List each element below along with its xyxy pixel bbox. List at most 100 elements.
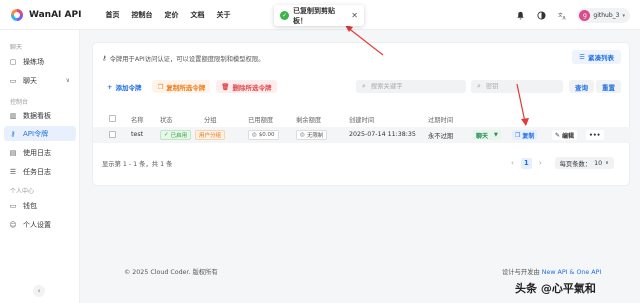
status-text: 已启用 bbox=[170, 133, 188, 139]
next-page-icon[interactable]: › bbox=[539, 159, 542, 167]
column-header-remaining[interactable]: 剩余额度 bbox=[296, 115, 321, 124]
copy-button[interactable]: ❐ 复制 bbox=[512, 130, 538, 140]
close-icon[interactable]: ✕ bbox=[351, 11, 358, 20]
sidebar-item-api-tokens[interactable]: ⚷ API令牌 bbox=[4, 126, 76, 141]
nav-home[interactable]: 首页 bbox=[105, 10, 119, 20]
remaining-quota-badge: ◎ 无限制 bbox=[296, 130, 328, 140]
page-size-value: 10 bbox=[594, 159, 603, 167]
chat-icon: ▭ bbox=[9, 76, 17, 85]
copy-selected-button[interactable]: ❐ 复制所选令牌 bbox=[152, 80, 211, 93]
column-header-group[interactable]: 分组 bbox=[204, 115, 217, 124]
search-icon: ⌕ bbox=[362, 82, 366, 90]
new-api-link[interactable]: New API bbox=[542, 269, 568, 276]
expire-time: 永不过期 bbox=[428, 133, 454, 140]
top-right-tools: 文A g github_3 ▾ bbox=[514, 8, 630, 23]
user-menu[interactable]: g github_3 ▾ bbox=[577, 8, 630, 23]
card-description: ⚷ 令牌用于API访问认证，可以设置额度限制和模型权限。 bbox=[102, 54, 264, 63]
sidebar-item-task-log[interactable]: ☰ 任务日志 bbox=[4, 164, 76, 179]
toast-message: 已复制到剪贴板！ bbox=[293, 6, 335, 25]
copy-icon: ❐ bbox=[515, 131, 521, 139]
status-badge: ✓ 已启用 bbox=[160, 130, 192, 140]
sidebar-item-label: 任务日志 bbox=[23, 167, 51, 176]
copy-icon: ❐ bbox=[157, 82, 164, 91]
nav-console[interactable]: 控制台 bbox=[131, 10, 152, 20]
used-quota-badge: ◎ $0.00 bbox=[248, 130, 279, 140]
column-header-status[interactable]: 状态 bbox=[160, 115, 173, 124]
key-icon: ⚷ bbox=[102, 55, 107, 62]
action-buttons: + 添加令牌 ❐ 复制所选令牌 🗑 删除所选令牌 bbox=[102, 80, 277, 93]
sidebar-item-settings[interactable]: ☺ 个人设置 bbox=[4, 217, 76, 232]
collapse-sidebar-button[interactable]: ‹ bbox=[33, 285, 45, 297]
sidebar-section-console: 控制台 bbox=[10, 99, 29, 106]
pagination-summary: 显示第 1 - 1 条，共 1 条 bbox=[102, 161, 173, 168]
page-size-select[interactable]: 每页条数： 10 ∨ bbox=[554, 157, 614, 169]
user-icon: ☺ bbox=[9, 220, 17, 229]
logo-icon[interactable] bbox=[11, 8, 23, 21]
compact-list-button[interactable]: ☰ 紧凑列表 bbox=[572, 50, 621, 64]
bell-icon[interactable] bbox=[514, 10, 526, 22]
sidebar-item-dashboard[interactable]: ▥ 数据看板 bbox=[4, 108, 76, 123]
table-header: 名称 状态 分组 已用额度 剩余额度 创建时间 过期时间 bbox=[93, 113, 631, 125]
sidebar-item-chat[interactable]: ▭ 聊天 ∨ bbox=[4, 73, 76, 88]
row-checkbox[interactable] bbox=[109, 131, 116, 138]
check-circle-icon: ✓ bbox=[164, 132, 169, 138]
sidebar-section-chat: 聊天 bbox=[10, 44, 23, 51]
designed-prefix: 设计与开发由 bbox=[502, 269, 540, 276]
sidebar-section-personal: 个人中心 bbox=[10, 188, 35, 195]
chevron-down-icon: ∨ bbox=[605, 160, 609, 166]
sidebar-item-label: 聊天 bbox=[23, 76, 37, 85]
brand-name[interactable]: WanAI API bbox=[29, 10, 81, 20]
key-search-field[interactable]: ⌕ bbox=[471, 80, 563, 93]
prev-page-icon[interactable]: ‹ bbox=[511, 159, 514, 167]
query-button[interactable]: 查询 bbox=[569, 80, 594, 93]
success-check-icon: ✓ bbox=[280, 11, 289, 20]
dashboard-icon: ▥ bbox=[9, 111, 17, 120]
sidebar-item-label: API令牌 bbox=[23, 129, 49, 138]
chevron-down-icon: ▼ bbox=[494, 132, 498, 138]
sidebar-item-wallet[interactable]: ▭ 钱包 bbox=[4, 198, 76, 213]
search-icon: ⌕ bbox=[477, 82, 481, 90]
tokens-card: ⚷ 令牌用于API访问认证，可以设置额度限制和模型权限。 ☰ 紧凑列表 + 添加… bbox=[92, 42, 631, 186]
column-header-name[interactable]: 名称 bbox=[131, 115, 144, 124]
select-all-checkbox[interactable] bbox=[109, 115, 116, 122]
pagination: ‹ 1 › 每页条数： 10 ∨ bbox=[511, 157, 614, 169]
page-size-label: 每页条数： bbox=[559, 160, 592, 168]
chat-label: 聊天 bbox=[476, 132, 489, 140]
delete-selected-button[interactable]: 🗑 删除所选令牌 bbox=[216, 80, 277, 93]
add-token-button[interactable]: + 添加令牌 bbox=[102, 80, 147, 93]
column-header-created[interactable]: 创建时间 bbox=[349, 115, 374, 124]
nav-pricing[interactable]: 定价 bbox=[164, 10, 178, 20]
created-time: 2025-07-14 11:38:35 bbox=[349, 131, 416, 138]
remaining-quota-value: 无限制 bbox=[306, 133, 324, 139]
keyword-search-input[interactable] bbox=[370, 83, 460, 90]
designed-by: 设计与开发由 New API & One API bbox=[502, 267, 601, 276]
column-header-used[interactable]: 已用额度 bbox=[248, 115, 273, 124]
playground-icon: ▢ bbox=[9, 57, 17, 66]
nav-docs[interactable]: 文档 bbox=[190, 10, 204, 20]
page-1[interactable]: 1 bbox=[520, 157, 532, 169]
sidebar-item-playground[interactable]: ▢ 操练场 bbox=[4, 54, 76, 69]
keyword-search-field[interactable]: ⌕ bbox=[356, 80, 466, 93]
theme-icon[interactable] bbox=[535, 10, 547, 22]
trash-icon: 🗑 bbox=[221, 82, 230, 91]
column-header-expires[interactable]: 过期时间 bbox=[428, 115, 453, 124]
sidebar-item-label: 操练场 bbox=[23, 57, 44, 66]
plus-icon: + bbox=[107, 82, 113, 91]
sidebar-item-usage-log[interactable]: ▤ 使用日志 bbox=[4, 145, 76, 160]
chat-button[interactable]: 聊天 ▼ bbox=[473, 130, 501, 140]
description-text: 令牌用于API访问认证，可以设置额度限制和模型权限。 bbox=[109, 56, 265, 63]
sidebar: 聊天 ▢ 操练场 ▭ 聊天 ∨ 控制台 ▥ 数据看板 ⚷ API令牌 ▤ 使用日… bbox=[0, 30, 80, 303]
edit-button[interactable]: ✎ 编辑 bbox=[552, 130, 578, 140]
nav-about[interactable]: 关于 bbox=[216, 10, 230, 20]
reset-button[interactable]: 重置 bbox=[596, 80, 621, 93]
infinity-icon: ◎ bbox=[300, 132, 305, 138]
sidebar-item-label: 个人设置 bbox=[23, 220, 51, 229]
one-api-link[interactable]: One API bbox=[576, 269, 601, 276]
log-icon: ▤ bbox=[9, 148, 17, 157]
table-row: test ✓ 已启用 用户分组 ◎ $0.00 ◎ 无限制 2025-07-14… bbox=[93, 127, 631, 143]
language-icon[interactable]: 文A bbox=[556, 10, 568, 22]
more-icon[interactable]: ••• bbox=[586, 130, 604, 140]
key-icon: ⚷ bbox=[10, 129, 16, 138]
key-search-input[interactable] bbox=[485, 83, 557, 90]
copy-selected-label: 复制所选令牌 bbox=[166, 83, 206, 92]
